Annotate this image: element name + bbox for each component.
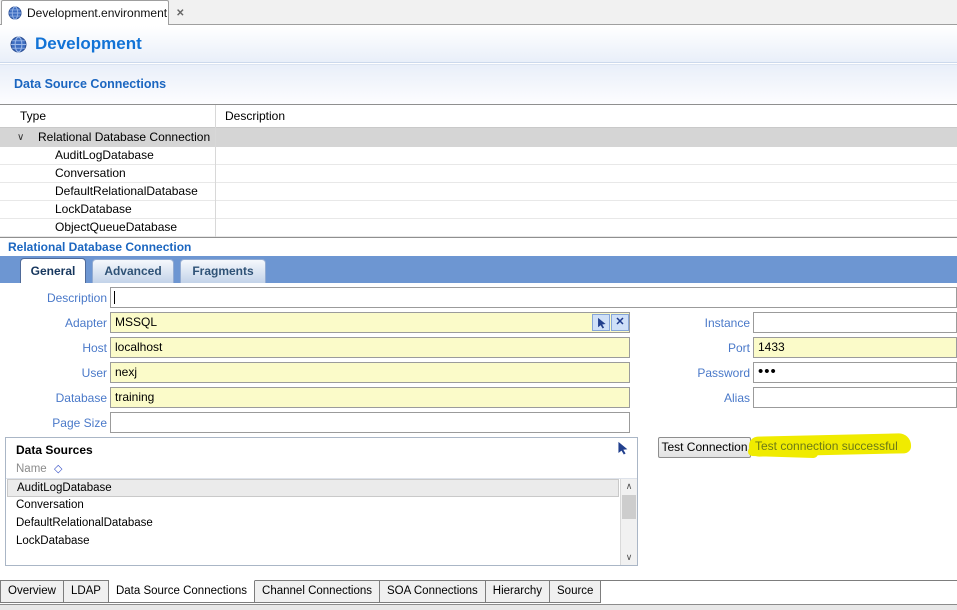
page-size-label: Page Size bbox=[0, 416, 107, 430]
user-value: nexj bbox=[115, 365, 137, 379]
list-item[interactable]: AuditLogDatabase bbox=[7, 479, 619, 497]
column-header-description[interactable]: Description bbox=[225, 109, 285, 123]
scroll-up-icon[interactable]: ∧ bbox=[621, 479, 637, 494]
data-sources-header: Data Sources bbox=[6, 438, 637, 460]
table-row[interactable]: Conversation bbox=[0, 165, 957, 183]
connections-table-header: Type Description bbox=[0, 105, 957, 128]
user-field[interactable]: nexj bbox=[110, 362, 630, 383]
tree-group-label: Relational Database Connection bbox=[38, 128, 210, 147]
globe-icon bbox=[8, 6, 22, 20]
user-label: User bbox=[0, 366, 107, 380]
table-row-label: AuditLogDatabase bbox=[55, 147, 154, 164]
database-value: training bbox=[115, 390, 154, 404]
host-field[interactable]: localhost bbox=[110, 337, 630, 358]
column-header-type[interactable]: Type bbox=[20, 109, 46, 123]
tab-channel-connections[interactable]: Channel Connections bbox=[255, 580, 380, 603]
list-item[interactable]: LockDatabase bbox=[7, 533, 619, 551]
tab-source[interactable]: Source bbox=[550, 580, 601, 603]
scrollbar-thumb[interactable] bbox=[622, 495, 636, 519]
list-item-label: Conversation bbox=[16, 499, 84, 511]
list-item-label: LockDatabase bbox=[16, 535, 90, 547]
password-field[interactable]: ••• bbox=[753, 362, 957, 383]
clear-icon: ✕ bbox=[615, 317, 624, 328]
editor-tab-title: Development.environment bbox=[27, 6, 167, 20]
pointer-icon bbox=[596, 317, 607, 329]
table-row[interactable]: AuditLogDatabase bbox=[0, 147, 957, 165]
column-divider bbox=[215, 105, 216, 237]
database-label: Database bbox=[0, 391, 107, 405]
status-message: Test connection successful bbox=[755, 439, 898, 453]
port-field[interactable]: 1433 bbox=[753, 337, 957, 358]
table-row[interactable]: DefaultRelationalDatabase bbox=[0, 183, 957, 201]
tab-ldap[interactable]: LDAP bbox=[64, 580, 109, 603]
data-sources-panel: Data Sources Name ◇ AuditLogDatabase Con… bbox=[5, 437, 638, 566]
tab-soa-connections[interactable]: SOA Connections bbox=[380, 580, 486, 603]
alias-label: Alias bbox=[640, 391, 750, 405]
page-header: Development bbox=[0, 26, 957, 63]
close-icon[interactable]: ✕ bbox=[176, 8, 184, 19]
data-sources-list: AuditLogDatabase Conversation DefaultRel… bbox=[6, 479, 637, 565]
section-title: Data Source Connections bbox=[14, 77, 166, 91]
test-connection-result: Test connection successful bbox=[746, 432, 921, 460]
bottom-tab-strip: Overview LDAP Data Source Connections Ch… bbox=[0, 580, 601, 603]
table-row-label: ObjectQueueDatabase bbox=[55, 219, 177, 236]
host-label: Host bbox=[0, 341, 107, 355]
adapter-value: MSSQL bbox=[115, 315, 157, 329]
table-row-label: Conversation bbox=[55, 165, 126, 182]
table-row[interactable]: ObjectQueueDatabase bbox=[0, 219, 957, 237]
tab-general[interactable]: General bbox=[20, 258, 86, 283]
password-label: Password bbox=[640, 366, 750, 380]
scroll-down-icon[interactable]: ∨ bbox=[621, 550, 637, 565]
sort-diamond-icon[interactable]: ◇ bbox=[54, 462, 62, 475]
globe-icon bbox=[10, 36, 27, 53]
description-field[interactable] bbox=[110, 287, 957, 308]
tab-data-source-connections[interactable]: Data Source Connections bbox=[109, 580, 255, 603]
instance-label: Instance bbox=[640, 316, 750, 330]
detail-section-title: Relational Database Connection bbox=[8, 240, 191, 254]
text-caret bbox=[114, 291, 115, 304]
table-row[interactable]: LockDatabase bbox=[0, 201, 957, 219]
table-row-label: LockDatabase bbox=[55, 201, 132, 218]
table-row-label: DefaultRelationalDatabase bbox=[55, 183, 198, 200]
tab-overview[interactable]: Overview bbox=[0, 580, 64, 603]
list-item-label: DefaultRelationalDatabase bbox=[16, 517, 153, 529]
instance-field[interactable] bbox=[753, 312, 957, 333]
section-band: Data Source Connections bbox=[0, 64, 957, 104]
chevron-down-icon[interactable]: ∨ bbox=[17, 128, 24, 147]
description-label: Description bbox=[0, 291, 107, 305]
list-item[interactable]: DefaultRelationalDatabase bbox=[7, 515, 619, 533]
window-trim bbox=[0, 605, 957, 610]
name-column-label: Name bbox=[16, 463, 47, 475]
page-title: Development bbox=[35, 34, 142, 54]
editor-tab-strip: Development.environment ✕ bbox=[0, 0, 957, 25]
tree-group-relational-database-connection[interactable]: ∨ Relational Database Connection bbox=[0, 128, 957, 147]
alias-field[interactable] bbox=[753, 387, 957, 408]
adapter-field[interactable]: MSSQL bbox=[110, 312, 630, 333]
connections-table: Type Description ∨ Relational Database C… bbox=[0, 104, 957, 238]
port-label: Port bbox=[640, 341, 750, 355]
data-sources-title: Data Sources bbox=[16, 443, 93, 457]
data-sources-column-header[interactable]: Name ◇ bbox=[6, 460, 637, 479]
tab-advanced[interactable]: Advanced bbox=[92, 259, 174, 283]
scrollbar[interactable]: ∧ ∨ bbox=[620, 479, 637, 565]
adapter-clear-button[interactable]: ✕ bbox=[611, 314, 629, 331]
detail-tab-bar: General Advanced Fragments bbox=[0, 256, 957, 283]
adapter-select-button[interactable] bbox=[592, 314, 610, 331]
page-size-field[interactable] bbox=[110, 412, 630, 433]
test-connection-button[interactable]: Test Connection bbox=[658, 437, 751, 458]
database-field[interactable]: training bbox=[110, 387, 630, 408]
tab-hierarchy[interactable]: Hierarchy bbox=[486, 580, 550, 603]
password-value: ••• bbox=[758, 363, 777, 380]
port-value: 1433 bbox=[758, 340, 785, 354]
list-item-label: AuditLogDatabase bbox=[17, 482, 112, 494]
list-item[interactable]: Conversation bbox=[7, 497, 619, 515]
adapter-label: Adapter bbox=[0, 316, 107, 330]
tab-fragments[interactable]: Fragments bbox=[180, 259, 266, 283]
editor-tab-development-environment[interactable]: Development.environment ✕ bbox=[1, 0, 169, 25]
pointer-icon[interactable] bbox=[616, 441, 629, 455]
host-value: localhost bbox=[115, 340, 162, 354]
